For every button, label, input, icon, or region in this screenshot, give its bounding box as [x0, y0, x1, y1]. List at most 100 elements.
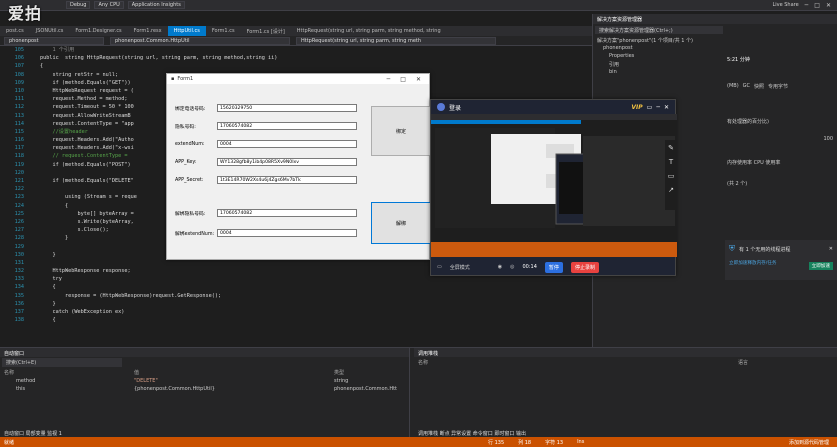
camera-icon[interactable]: ◎ — [510, 264, 514, 270]
tab-method-signature[interactable]: HttpRequest(string url, string parm, str… — [291, 26, 447, 36]
source-control-button[interactable]: 添加到源代码管理 — [789, 439, 837, 446]
pause-button[interactable]: 暂停 — [544, 261, 563, 273]
shield-icon: ⛨ — [729, 244, 735, 253]
tab-form1-design[interactable]: Form1.cs [设计] — [241, 26, 291, 36]
optimizer-notice: ⛨ 有 1 个无用的线程进程 ✕ 立即加速释放内存/任务 立即加速 — [725, 240, 837, 280]
gc-legend: GC — [742, 83, 751, 89]
minimize-icon[interactable]: ─ — [805, 2, 809, 9]
line-number: 111 — [14, 96, 24, 103]
cs-col-name: 名称 — [418, 360, 429, 366]
form-minimize-icon[interactable]: ─ — [387, 76, 391, 83]
speedup-button[interactable]: 立即加速 — [808, 262, 833, 270]
watermark-logo: 爱拍 — [8, 4, 43, 23]
code-line[interactable]: 1 个引用 — [40, 46, 592, 54]
insights-button[interactable]: Application Insights — [127, 1, 185, 9]
form-maximize-icon[interactable]: □ — [400, 76, 406, 83]
cpu-dropdown[interactable]: Any CPU — [94, 1, 124, 9]
recorder-minimize-icon[interactable]: ─ — [656, 104, 660, 111]
form1-titlebar: ▪ Form1 ─ □ ✕ — [167, 74, 429, 84]
recorder-login[interactable]: 登录 — [449, 103, 461, 112]
code-line[interactable]: } — [40, 300, 592, 308]
field-privacy-number: 隐私号码: 17060574082 — [175, 122, 357, 130]
solution-explorer-title: 解决方案资源管理器 — [593, 14, 837, 24]
tab-form1-resx[interactable]: Form1.resx — [128, 26, 168, 36]
code-line[interactable]: public string HttpRequest(string url, st… — [40, 54, 592, 62]
mic-icon[interactable]: ◉ — [498, 264, 502, 270]
method-dropdown[interactable]: HttpRequest(string url, string parm, str… — [296, 36, 496, 45]
diag-count: (共 2 个) — [727, 181, 748, 187]
autos-search[interactable]: 搜索(Ctrl+E) — [2, 358, 122, 367]
diag-tabs[interactable]: 内存使用率 CPU 使用率 — [727, 159, 835, 166]
bottom-panels: 自动窗口 搜索(Ctrl+E) 名称 值 类型 method "DELETE" … — [0, 347, 837, 438]
shape-tool-icon[interactable]: ▭ — [668, 172, 675, 180]
arrow-tool-icon[interactable]: ↗ — [668, 186, 674, 194]
recorder-skin-icon[interactable]: ▭ — [647, 104, 653, 111]
line-number: 127 — [14, 227, 24, 234]
input-bind-phone[interactable]: 15620329750 — [217, 104, 357, 112]
status-row: 行 135 — [488, 439, 505, 446]
class-dropdown[interactable]: phonenpost.Common.HttpUtil — [110, 36, 290, 45]
autos-tabs[interactable]: 自动窗口 局部变量 监视 1 — [4, 430, 62, 437]
code-line[interactable]: response = (HttpWebResponse)request.GetR… — [40, 292, 592, 300]
line-number: 120 — [14, 169, 24, 176]
callstack-tabs[interactable]: 调用堆栈 断点 异常设置 命令窗口 即时窗口 输出 — [418, 430, 526, 437]
input-privacy-number[interactable]: 17060574082 — [217, 122, 357, 130]
code-line[interactable]: { — [40, 283, 592, 291]
tab-form1[interactable]: Form1.cs — [206, 26, 241, 36]
table-row[interactable]: this {phonenpost.Common.HttpUtil} phonen… — [0, 385, 409, 393]
code-line[interactable]: { — [40, 62, 592, 70]
pen-tool-icon[interactable]: ✎ — [668, 144, 674, 152]
code-line[interactable]: { — [40, 316, 592, 324]
line-number: 129 — [14, 243, 24, 250]
line-number: 122 — [14, 186, 24, 193]
tab-post[interactable]: post.cs — [0, 26, 30, 36]
line-number: 115 — [14, 128, 24, 135]
input-extend-num[interactable]: 0004 — [217, 140, 357, 148]
notice-close-icon[interactable]: ✕ — [829, 246, 833, 252]
vip-badge[interactable]: VIP — [631, 104, 642, 111]
tab-httputil[interactable]: HttpUtil.cs — [167, 26, 206, 36]
text-tool-icon[interactable]: T — [669, 158, 673, 166]
form-icon: ▪ — [171, 76, 175, 82]
maximize-icon[interactable]: □ — [814, 2, 820, 9]
label-app-secret: APP_Secret: — [175, 177, 204, 183]
line-number: 108 — [14, 71, 24, 78]
recorder-titlebar: 登录 VIP ▭ ─ ✕ — [431, 100, 675, 114]
stop-recording-button[interactable]: 停止录制 — [570, 261, 599, 273]
line-number: 112 — [14, 104, 24, 111]
input-app-secret[interactable]: 1t3E14R70W2Xs4u6j4Zgs6Mv7bTk — [217, 176, 357, 184]
line-number: 135 — [14, 292, 24, 299]
live-share-button[interactable]: Live Share — [772, 2, 798, 8]
field-unbind-extend: 解绑extendNum: 0004 — [175, 229, 357, 237]
bind-button[interactable]: 绑定 — [371, 106, 431, 156]
cell-type: phonenpost.Common.Htt — [334, 386, 397, 392]
private-bytes-legend: 专用字节 — [768, 84, 789, 90]
line-number: 133 — [14, 276, 24, 283]
col-type: 类型 — [334, 370, 345, 376]
line-number: 123 — [14, 194, 24, 201]
status-col: 列 18 — [518, 439, 532, 446]
cpu-max: 100 — [823, 136, 833, 142]
field-app-key: APP_Key: WY1328gfb8y1ib4p08R5Xv9N0Ixv — [175, 158, 357, 166]
input-unbind-number[interactable]: 17060574082 — [217, 209, 357, 217]
cell-value: {phonenpost.Common.HttpUtil} — [134, 386, 215, 392]
tab-form1-designer[interactable]: Form1.Designer.cs — [69, 26, 127, 36]
close-icon[interactable]: ✕ — [826, 2, 831, 9]
cell-value: "DELETE" — [134, 378, 158, 384]
monitor-icon: ▭ — [437, 264, 442, 270]
input-app-key[interactable]: WY1328gfb8y1ib4p08R5Xv9N0Ixv — [217, 158, 357, 166]
tab-jsonutil[interactable]: JSONUtil.cs — [30, 26, 70, 36]
input-unbind-extend[interactable]: 0004 — [217, 229, 357, 237]
unbind-button[interactable]: 解绑 — [371, 202, 431, 244]
config-dropdown[interactable]: Debug — [66, 1, 91, 9]
form-close-icon[interactable]: ✕ — [416, 76, 421, 83]
cs-col-lang: 语言 — [738, 360, 749, 366]
solution-search[interactable]: 搜索解决方案资源管理器(Ctrl+;) — [595, 26, 723, 34]
label-privacy-number: 隐私号码: — [175, 124, 196, 130]
code-line[interactable]: catch (WebException ex) — [40, 308, 592, 316]
table-row[interactable]: method "DELETE" string — [0, 377, 409, 385]
recorder-mode[interactable]: 全屏模式 — [450, 264, 470, 271]
project-dropdown[interactable]: phonenpost — [4, 36, 104, 45]
mem-unit: (MB) — [727, 83, 739, 89]
recorder-close-icon[interactable]: ✕ — [664, 104, 675, 111]
